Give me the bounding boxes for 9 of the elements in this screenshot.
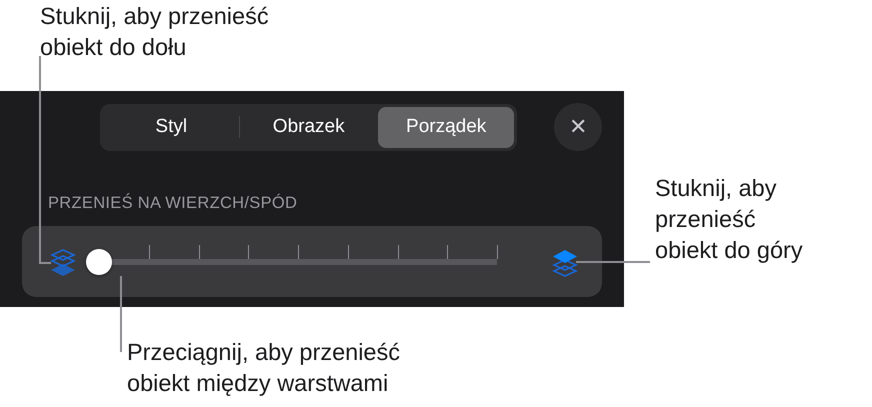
close-button[interactable]: ✕ (554, 103, 602, 151)
tab[interactable]: Obrazek (240, 106, 377, 148)
callout-text: Przeciągnij, aby przenieść obiekt między warstwami (127, 338, 400, 398)
section-label: PRZENIEŚ NA WIERZCH/SPÓD (48, 194, 298, 213)
callout-text: Stuknij, aby przenieść obiekt do dołu (40, 2, 269, 62)
tab[interactable]: Porządek (378, 106, 514, 148)
slider-thumb[interactable] (86, 248, 112, 274)
tab[interactable]: Styl (103, 106, 240, 148)
callout-text: Stuknij, aby przenieść obiekt do góry (655, 174, 803, 265)
